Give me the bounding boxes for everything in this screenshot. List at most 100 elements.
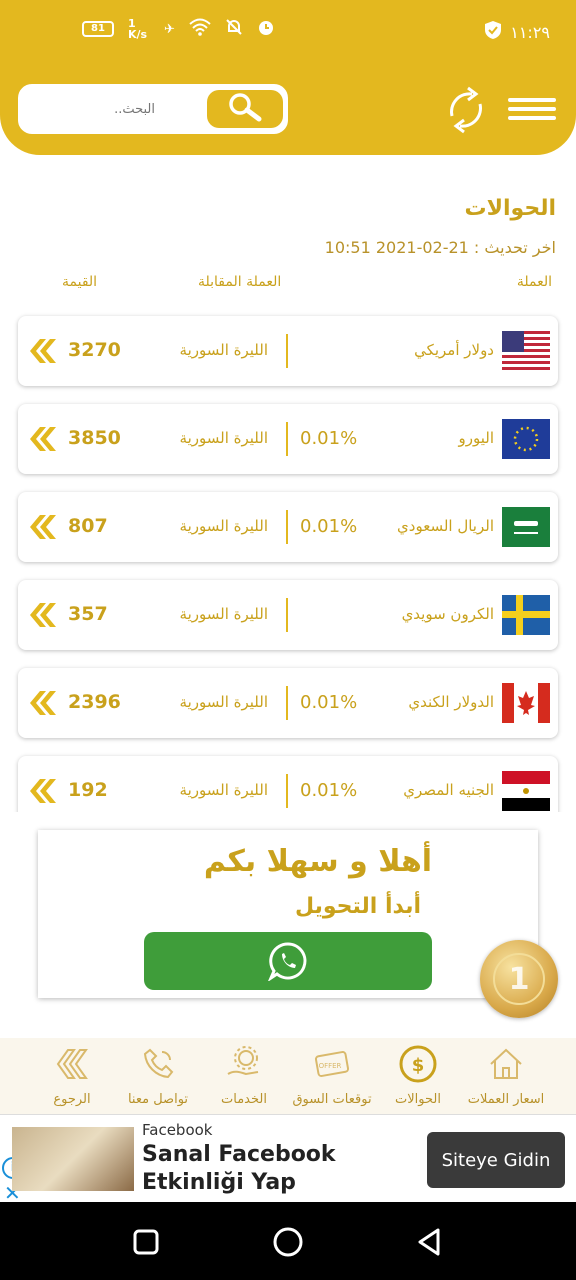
- nav-label: تواصل معنا: [127, 1092, 189, 1107]
- search-box[interactable]: [18, 84, 288, 134]
- status-bar: 81 1 K/s ✈ ١١:٢٩: [0, 0, 576, 64]
- svg-text:OFFER: OFFER: [319, 1062, 342, 1070]
- double-chevron-left-icon: [30, 427, 56, 451]
- battery-icon: 81: [82, 21, 114, 37]
- menu-button[interactable]: [508, 98, 558, 122]
- currency-name: دولار أمريكي: [414, 341, 494, 359]
- divider: [286, 598, 288, 632]
- list-item[interactable]: 192 الليرة السورية 0.01% الجنيه المصري: [18, 756, 558, 812]
- page-title: الحوالات: [464, 196, 556, 221]
- currency-name: اليورو: [458, 429, 494, 447]
- back-chevrons-icon: [56, 1049, 88, 1079]
- back-triangle-icon[interactable]: [414, 1226, 444, 1258]
- col-counter-currency: العملة المقابلة: [198, 274, 282, 290]
- rate-value: 3850: [68, 427, 121, 449]
- rate-value: 807: [68, 515, 108, 537]
- eu-flag-icon: [502, 419, 550, 459]
- rate-value: 3270: [68, 339, 121, 361]
- services-gear-icon: [227, 1046, 259, 1076]
- search-input[interactable]: [21, 87, 207, 131]
- transfer-list[interactable]: 3270 الليرة السورية دولار أمريكي 3850 ال…: [0, 300, 576, 812]
- status-clock-area: ١١:٢٩: [484, 20, 550, 44]
- home-circle-icon[interactable]: [272, 1226, 304, 1258]
- double-chevron-left-icon: [30, 779, 56, 803]
- coin-logo-icon[interactable]: 1: [480, 940, 558, 1018]
- counter-currency: الليرة السورية: [179, 781, 268, 799]
- svg-text:$: $: [412, 1055, 425, 1076]
- nav-contact[interactable]: تواصل معنا: [112, 1042, 204, 1112]
- nav-label: توقعات السوق: [292, 1092, 372, 1107]
- promo-subtitle: أبدأ التحويل: [294, 894, 422, 919]
- whatsapp-button[interactable]: [144, 932, 432, 990]
- welcome-promo: أهلا و سهلا بكم أبدأ التحويل: [38, 830, 538, 998]
- ad-cta-button[interactable]: Siteye Gidin: [427, 1132, 565, 1188]
- refresh-button[interactable]: [438, 86, 494, 134]
- nav-label: اسعار العملات: [467, 1092, 545, 1107]
- nav-back[interactable]: الرجوع: [26, 1042, 118, 1112]
- wifi-icon: [189, 18, 211, 40]
- change-percent: 0.01%: [300, 692, 358, 713]
- divider: [286, 334, 288, 368]
- search-button[interactable]: [207, 90, 283, 128]
- list-item[interactable]: 3270 الليرة السورية دولار أمريكي: [18, 316, 558, 386]
- list-item[interactable]: 2396 الليرة السورية 0.01% الدولار الكندي: [18, 668, 558, 738]
- counter-currency: الليرة السورية: [179, 605, 268, 623]
- offer-card-icon: OFFER: [314, 1051, 350, 1077]
- col-currency: العملة: [516, 274, 552, 290]
- change-percent: 0.01%: [300, 516, 358, 537]
- ca-flag-icon: [502, 683, 550, 723]
- change-percent: 0.01%: [300, 428, 358, 449]
- ad-image[interactable]: [12, 1127, 134, 1191]
- list-item[interactable]: 357 الليرة السورية الكرون سويدي: [18, 580, 558, 650]
- recents-icon[interactable]: [132, 1228, 160, 1256]
- rate-value: 2396: [68, 691, 121, 713]
- system-nav-bar: [0, 1202, 576, 1280]
- eg-flag-icon: [502, 771, 550, 811]
- se-flag-icon: [502, 595, 550, 635]
- menu-line: [508, 116, 556, 120]
- ad-banner[interactable]: i ✕ Facebook Sanal Facebook Etkinliği Ya…: [0, 1114, 576, 1205]
- network-speed: 1 K/s: [128, 17, 148, 41]
- bottom-nav: اسعار العملات $ الحوالات OFFER توقعات ال…: [0, 1038, 576, 1114]
- counter-currency: الليرة السورية: [179, 693, 268, 711]
- ad-source: Facebook: [142, 1121, 213, 1139]
- clock: ١١:٢٩: [510, 22, 550, 42]
- double-chevron-left-icon: [30, 691, 56, 715]
- currency-name: الكرون سويدي: [401, 605, 494, 623]
- currency-name: الدولار الكندي: [408, 693, 494, 711]
- list-item[interactable]: 807 الليرة السورية 0.01% الريال السعودي: [18, 492, 558, 562]
- svg-text:1: 1: [509, 962, 530, 997]
- counter-currency: الليرة السورية: [179, 517, 268, 535]
- whatsapp-icon: [268, 942, 307, 981]
- search-icon: [226, 92, 264, 126]
- nav-services[interactable]: الخدمات: [198, 1042, 290, 1112]
- shield-icon: [484, 20, 502, 44]
- column-headers: العملة العملة المقابلة القيمة: [0, 274, 576, 296]
- lira-coin-icon: 1: [493, 953, 545, 1005]
- col-value: القيمة: [62, 274, 98, 290]
- airplane-icon: ✈: [164, 21, 175, 37]
- divider: [286, 774, 288, 808]
- nav-label: الرجوع: [53, 1092, 91, 1107]
- rate-value: 192: [68, 779, 108, 801]
- nav-label: الخدمات: [221, 1092, 267, 1107]
- promo-title: أهلا و سهلا بكم: [203, 844, 433, 879]
- nav-transfers[interactable]: $ الحوالات: [372, 1042, 464, 1112]
- double-chevron-left-icon: [30, 603, 56, 627]
- currency-name: الجنيه المصري: [403, 781, 494, 799]
- last-update-text: اخر تحديث : 21-02-2021 10:51: [324, 238, 556, 257]
- ad-headline[interactable]: Sanal Facebook Etkinliği Yap: [142, 1141, 412, 1197]
- status-icons: 81 1 K/s ✈: [82, 18, 275, 40]
- list-item[interactable]: 3850 الليرة السورية 0.01% اليورو: [18, 404, 558, 474]
- mute-bell-icon: [225, 18, 243, 40]
- nav-label: الحوالات: [395, 1092, 441, 1107]
- menu-line: [508, 107, 556, 111]
- divider: [286, 686, 288, 720]
- divider: [286, 510, 288, 544]
- nav-currency-rates[interactable]: اسعار العملات: [460, 1042, 552, 1112]
- rate-value: 357: [68, 603, 108, 625]
- alarm-icon: [257, 18, 275, 40]
- us-flag-icon: [502, 331, 550, 371]
- sa-flag-icon: [502, 507, 550, 547]
- nav-market-forecast[interactable]: OFFER توقعات السوق: [286, 1042, 378, 1112]
